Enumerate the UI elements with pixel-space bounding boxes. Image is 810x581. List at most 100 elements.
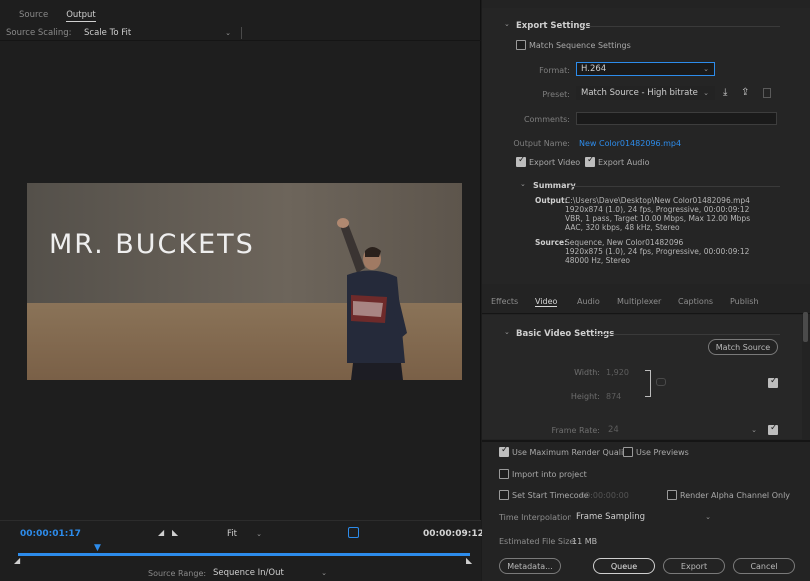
out-point-handle-icon[interactable]: ◣ <box>466 556 472 565</box>
height-value: 874 <box>606 392 622 401</box>
format-label: Format: <box>539 66 570 75</box>
use-previews-checkbox[interactable] <box>623 447 633 457</box>
summary-source-label: Source: <box>535 238 568 247</box>
source-output-panel: Source Output Source Scaling: Scale To F… <box>0 0 484 581</box>
match-sequence-checkbox[interactable] <box>516 40 526 50</box>
tab-publish[interactable]: Publish <box>730 297 759 306</box>
mark-out-icon[interactable]: ◣ <box>172 528 178 537</box>
summary-output-line: 1920x874 (1.0), 24 fps, Progressive, 00:… <box>565 205 750 214</box>
chevron-down-icon: ⌄ <box>256 530 262 538</box>
current-timecode[interactable]: 00:00:01:17 <box>20 529 81 539</box>
tab-source[interactable]: Source <box>19 8 48 22</box>
divider <box>241 27 242 39</box>
output-name-link[interactable]: New Color01482096.mp4 <box>579 139 681 148</box>
time-interpolation-dropdown[interactable]: Frame Sampling ⌄ <box>571 510 717 523</box>
export-settings-title: Export Settings <box>516 21 591 31</box>
max-render-quality-checkbox[interactable] <box>499 445 509 457</box>
start-timecode-label: Set Start Timecode <box>512 491 589 500</box>
tab-effects[interactable]: Effects <box>491 297 518 306</box>
summary-output-line: VBR, 1 pass, Target 10.00 Mbps, Max 12.0… <box>565 214 751 223</box>
preset-label: Preset: <box>542 90 570 99</box>
cancel-button[interactable]: Cancel <box>733 558 795 574</box>
export-video-checkbox[interactable] <box>516 155 526 167</box>
width-value: 1,920 <box>606 368 629 377</box>
mark-in-icon[interactable]: ◢ <box>158 528 164 537</box>
export-video-label: Export Video <box>529 158 581 167</box>
match-source-button[interactable]: Match Source <box>708 339 778 355</box>
export-audio-checkbox[interactable] <box>585 155 595 167</box>
player-figure <box>337 218 407 380</box>
start-timecode-checkbox[interactable] <box>499 490 509 500</box>
export-audio-label: Export Audio <box>598 158 650 167</box>
match-sequence-label: Match Sequence Settings <box>529 41 631 50</box>
end-timecode: 00:00:09:12 <box>423 529 484 539</box>
in-point-handle-icon[interactable]: ◢ <box>14 556 20 565</box>
source-range-value: Sequence In/Out <box>213 568 284 578</box>
video-preview: MR. BUCKETS <box>27 183 462 380</box>
zoom-value: Fit <box>227 529 237 539</box>
delete-preset-icon[interactable] <box>763 88 771 98</box>
settings-tabs: Effects Video Audio Multiplexer Captions… <box>482 292 810 314</box>
import-into-project-label: Import into project <box>512 470 587 479</box>
save-preset-icon[interactable]: ⤓ <box>723 87 727 98</box>
summary-output-label: Output: <box>535 196 568 205</box>
chevron-down-icon[interactable]: ⌄ <box>504 328 510 336</box>
source-scaling-bar: Source Scaling: Scale To Fit ⌄ <box>0 25 481 41</box>
width-label: Width: <box>574 368 600 377</box>
width-height-checkbox[interactable] <box>768 376 778 388</box>
source-scaling-dropdown[interactable]: Scale To Fit ⌄ <box>79 26 237 40</box>
summary-output-line: C:\Users\Dave\Desktop\New Color01482096.… <box>565 196 750 205</box>
zoom-dropdown[interactable]: Fit ⌄ <box>222 527 268 540</box>
import-into-project-checkbox[interactable] <box>499 469 509 479</box>
settings-scrollbar[interactable] <box>803 312 808 342</box>
playhead-icon[interactable]: ▼ <box>94 543 101 553</box>
format-dropdown[interactable]: H.264 ⌄ <box>576 62 715 76</box>
render-alpha-checkbox[interactable] <box>667 490 677 500</box>
source-range-dropdown[interactable]: Sequence In/Out ⌄ <box>208 566 333 579</box>
file-size-value: 11 MB <box>572 537 598 546</box>
divider <box>584 26 780 27</box>
timeline-range-track[interactable] <box>18 553 470 556</box>
file-size-label: Estimated File Size: <box>499 537 578 546</box>
frame-rate-dropdown[interactable]: 24 ⌄ <box>603 423 763 436</box>
start-timecode-value[interactable]: 00:00:00:00 <box>580 491 629 500</box>
chevron-down-icon: ⌄ <box>225 29 231 37</box>
time-interpolation-value: Frame Sampling <box>576 512 645 522</box>
summary-title: Summary <box>533 181 576 190</box>
import-preset-icon[interactable]: ⇪ <box>741 87 749 98</box>
chevron-down-icon: ⌄ <box>751 426 757 434</box>
tab-multiplexer[interactable]: Multiplexer <box>617 297 661 306</box>
use-previews-label: Use Previews <box>636 448 689 457</box>
metadata-button[interactable]: Metadata... <box>499 558 561 574</box>
chevron-down-icon: ⌄ <box>703 89 709 97</box>
aspect-ratio-correction-icon[interactable] <box>348 527 359 538</box>
export-button[interactable]: Export <box>663 558 725 574</box>
divider <box>594 334 780 335</box>
preset-value: Match Source - High bitrate <box>581 88 698 98</box>
time-interpolation-label: Time Interpolation: <box>499 513 576 522</box>
frame-rate-label: Frame Rate: <box>551 426 600 435</box>
preset-dropdown[interactable]: Match Source - High bitrate ⌄ <box>576 86 715 100</box>
tab-output[interactable]: Output <box>66 8 96 22</box>
tab-captions[interactable]: Captions <box>678 297 713 306</box>
queue-button[interactable]: Queue <box>593 558 655 574</box>
tab-audio[interactable]: Audio <box>577 297 600 306</box>
height-label: Height: <box>570 392 600 401</box>
frame-rate-checkbox[interactable] <box>768 423 778 435</box>
divider <box>572 186 780 187</box>
tab-video[interactable]: Video <box>535 297 558 307</box>
source-range-label: Source Range: <box>148 569 207 578</box>
max-render-quality-label: Use Maximum Render Quality <box>512 448 632 457</box>
summary-output-line: AAC, 320 kbps, 48 kHz, Stereo <box>565 223 680 232</box>
chevron-down-icon[interactable]: ⌄ <box>504 20 510 28</box>
comments-field[interactable] <box>576 112 777 125</box>
frame-rate-value: 24 <box>608 425 619 435</box>
chevron-down-icon[interactable]: ⌄ <box>520 180 526 188</box>
render-alpha-label: Render Alpha Channel Only <box>680 491 791 500</box>
chevron-down-icon: ⌄ <box>705 513 711 521</box>
output-name-label: Output Name: <box>513 139 570 148</box>
summary-source-line: 48000 Hz, Stereo <box>565 256 631 265</box>
chain-link-icon[interactable] <box>656 378 666 386</box>
preview-title-overlay: MR. BUCKETS <box>49 229 255 260</box>
chevron-down-icon: ⌄ <box>703 65 709 73</box>
